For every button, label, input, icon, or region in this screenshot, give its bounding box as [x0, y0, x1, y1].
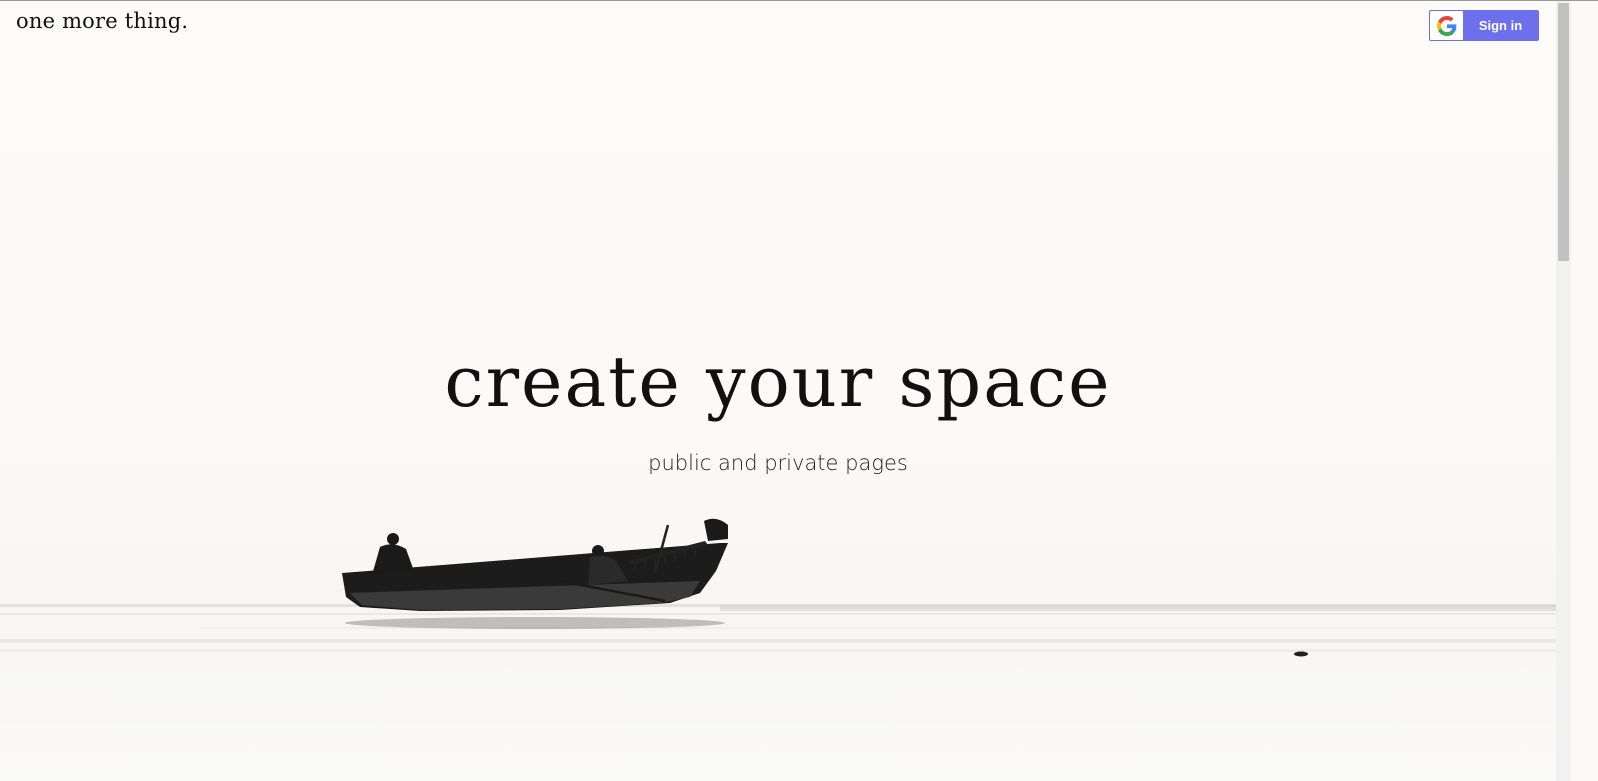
vertical-scrollbar[interactable] [1556, 1, 1571, 781]
scrollbar-thumb[interactable] [1558, 3, 1569, 261]
hero-subtitle: public and private pages [648, 451, 908, 475]
google-icon [1430, 11, 1463, 40]
google-sign-in-button[interactable]: Sign in [1429, 10, 1539, 41]
brand-logo-text[interactable]: one more thing. [16, 9, 188, 33]
landing-page: one more thing. Sign in create your spac… [0, 0, 1598, 781]
sign-in-label: Sign in [1478, 18, 1523, 33]
boat-on-water-illustration [0, 518, 1556, 657]
hero-title: create your space [444, 341, 1112, 423]
